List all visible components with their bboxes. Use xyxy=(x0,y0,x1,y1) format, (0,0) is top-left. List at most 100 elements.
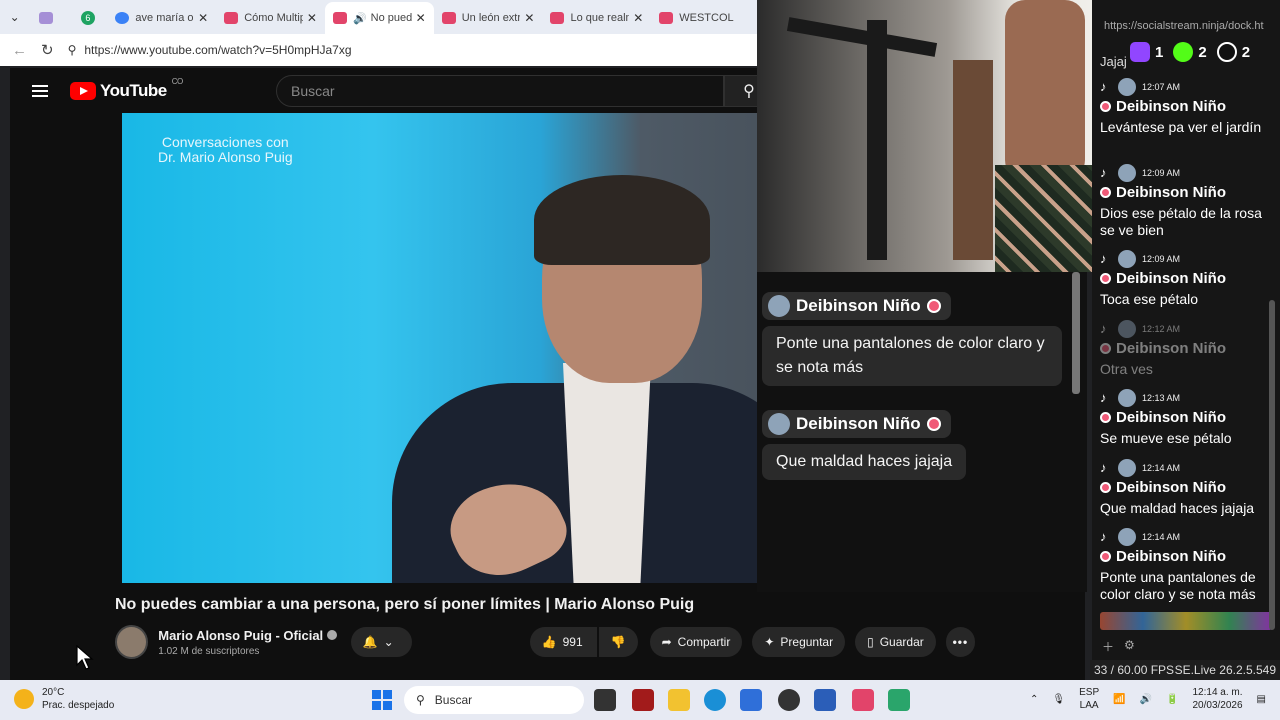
store-icon[interactable] xyxy=(740,689,762,711)
chat-message: ♪ 12:13 AM Deibinson Niño Se mueve ese pé… xyxy=(1100,389,1232,446)
emoji-strip[interactable] xyxy=(1100,612,1272,630)
menu-icon[interactable] xyxy=(32,85,48,97)
avatar xyxy=(768,413,790,435)
avatar xyxy=(1118,78,1136,96)
clock[interactable]: 12:14 a. m. 20/03/2026 xyxy=(1192,686,1242,712)
volume-icon[interactable]: 🔊 xyxy=(1140,694,1152,705)
tab-un-leon[interactable]: Un león extra✕ xyxy=(434,2,543,34)
channel-row: Mario Alonso Puig - Oficial 1.02 M de su… xyxy=(115,624,975,660)
tab-westcol[interactable]: WESTCOL xyxy=(651,2,760,34)
avatar xyxy=(1118,389,1136,407)
overlay-message: Deibinson Niño Ponte una pantalones de c… xyxy=(762,292,1062,386)
tab-no-puedes-active[interactable]: 🔊 No pued ✕ xyxy=(324,2,434,34)
close-tab-icon[interactable]: ✕ xyxy=(633,11,643,25)
overlay-text: Que maldad haces jajaja xyxy=(762,444,967,480)
mouse-cursor-icon xyxy=(76,645,94,670)
battery-icon[interactable]: 🔋 xyxy=(1166,694,1178,705)
tab-list-dropdown-icon[interactable]: ⌄ xyxy=(0,0,29,34)
thumbs-down-icon: 👎 xyxy=(610,635,626,649)
obs-icon[interactable] xyxy=(778,689,800,711)
badge-icon xyxy=(1100,187,1111,198)
overlay-text: Ponte una pantalones de color claro y se… xyxy=(762,326,1062,386)
wifi-icon[interactable]: 📶 xyxy=(1113,694,1125,705)
avatar xyxy=(1118,250,1136,268)
overlay-scrollbar[interactable] xyxy=(1072,272,1080,394)
close-tab-icon[interactable]: ✕ xyxy=(198,11,208,25)
tiktok-icon: ♪ xyxy=(1100,529,1107,544)
microphone-icon[interactable]: 🎙 xyxy=(1052,694,1065,705)
tab-como-multiplicar[interactable]: Cómo Multipl ✕ xyxy=(216,2,325,34)
verified-icon xyxy=(327,630,338,640)
channel-avatar[interactable] xyxy=(115,625,149,659)
app-icon-green[interactable] xyxy=(888,689,910,711)
speaker-icon[interactable]: 🔊 xyxy=(353,12,367,25)
overlay-author: Deibinson Niño xyxy=(762,292,951,320)
weather-widget[interactable]: 20°C Prac. despejado xyxy=(14,686,114,712)
more-actions-button[interactable]: ••• xyxy=(945,627,975,657)
dislike-button[interactable]: 👎 xyxy=(598,627,638,657)
share-icon: ➦ xyxy=(661,635,672,649)
badge-icon xyxy=(1100,343,1111,354)
webcam-person-shorts xyxy=(995,165,1095,272)
chat-message: ♪ 12:09 AM Deibinson Niño Dios ese pétalo… xyxy=(1100,164,1262,238)
language-indicator[interactable]: ESP LAA xyxy=(1079,686,1099,712)
close-tab-icon[interactable]: ✕ xyxy=(524,11,534,25)
video-title: No puedes cambiar a una persona, pero sí… xyxy=(115,596,695,613)
channel-meta: Mario Alonso Puig - Oficial 1.02 M de su… xyxy=(158,628,338,657)
obs-status-bar: 33 / 60.00 FPS SE.Live 26.2.5.549 xyxy=(1090,660,1280,680)
chevron-down-icon: ⌄ xyxy=(383,635,394,649)
close-tab-icon[interactable]: ✕ xyxy=(307,11,317,25)
search-icon: ⚲ xyxy=(416,693,425,707)
subscription-bell-button[interactable]: 🔔 ⌄ xyxy=(350,627,412,657)
site-info-icon[interactable]: ⚲ xyxy=(68,43,77,57)
search-input[interactable]: Buscar xyxy=(276,75,724,107)
add-icon[interactable]: ＋ xyxy=(1102,638,1114,655)
tab-pinned-camera[interactable] xyxy=(29,2,68,34)
taskbar-search[interactable]: ⚲ Buscar xyxy=(404,686,584,714)
word-icon[interactable] xyxy=(814,689,836,711)
chat-message: ♪ 12:14 AM Deibinson Niño Que maldad hace… xyxy=(1100,459,1255,516)
tiktok-icon: ♪ xyxy=(1100,321,1107,336)
windows-start-icon[interactable] xyxy=(372,690,392,710)
tab-pinned-whatsapp[interactable]: 6 xyxy=(68,2,107,34)
dock-scrollbar[interactable] xyxy=(1269,300,1275,630)
gear-icon[interactable]: ⚙ xyxy=(1124,638,1135,655)
webcam-door xyxy=(953,60,993,260)
share-button[interactable]: ➦ Compartir xyxy=(649,627,743,657)
tab-lo-que-realmente[interactable]: Lo que realme✕ xyxy=(542,2,651,34)
task-view-icon[interactable] xyxy=(594,689,616,711)
close-tab-icon[interactable]: ✕ xyxy=(416,11,426,25)
badge-icon xyxy=(1100,101,1111,112)
youtube-icon xyxy=(550,12,565,24)
save-button[interactable]: ▯ Guardar xyxy=(855,627,936,657)
channel-name[interactable]: Mario Alonso Puig - Oficial xyxy=(158,628,338,643)
bell-icon: 🔔 xyxy=(362,635,378,649)
chat-partial-text: Jajaj xyxy=(1100,54,1127,69)
url-field[interactable]: ⚲ https://www.youtube.com/watch?v=5H0mpH… xyxy=(67,37,760,63)
webcam-feed xyxy=(757,0,1104,272)
edge-browser-icon[interactable] xyxy=(704,689,726,711)
like-button[interactable]: 👍 991 xyxy=(529,627,597,657)
youtube-app-icon[interactable] xyxy=(852,689,874,711)
ask-button[interactable]: ✦ Preguntar xyxy=(752,627,846,657)
thumbs-up-icon: 👍 xyxy=(541,635,557,649)
reload-icon[interactable]: ↻ xyxy=(41,41,54,59)
youtube-icon xyxy=(224,12,239,24)
notification-icon[interactable]: ▤ xyxy=(1257,694,1266,705)
video-speaker-hair xyxy=(534,175,710,265)
weather-sun-icon xyxy=(14,689,34,709)
avatar xyxy=(1118,320,1136,338)
tab-ave-maria[interactable]: ave maría orac✕ xyxy=(107,2,216,34)
file-explorer-icon[interactable] xyxy=(668,689,690,711)
chat-message: ♪ 12:09 AM Deibinson Niño Toca ese pétalo xyxy=(1100,250,1226,307)
youtube-logo[interactable]: YouTube CO xyxy=(70,77,183,101)
badge-icon xyxy=(1100,482,1111,493)
app-icon-red[interactable] xyxy=(632,689,654,711)
youtube-icon xyxy=(441,12,456,24)
tiktok-icon: ♪ xyxy=(1100,460,1107,475)
chat-message: ♪ 12:14 AM Deibinson Niño Ponte una panta… xyxy=(1100,528,1256,602)
back-arrow-icon[interactable]: ← xyxy=(12,42,27,59)
search-icon: ⚲ xyxy=(743,83,755,100)
badge-icon xyxy=(926,299,941,313)
chevron-up-icon[interactable]: ⌃ xyxy=(1030,694,1038,705)
